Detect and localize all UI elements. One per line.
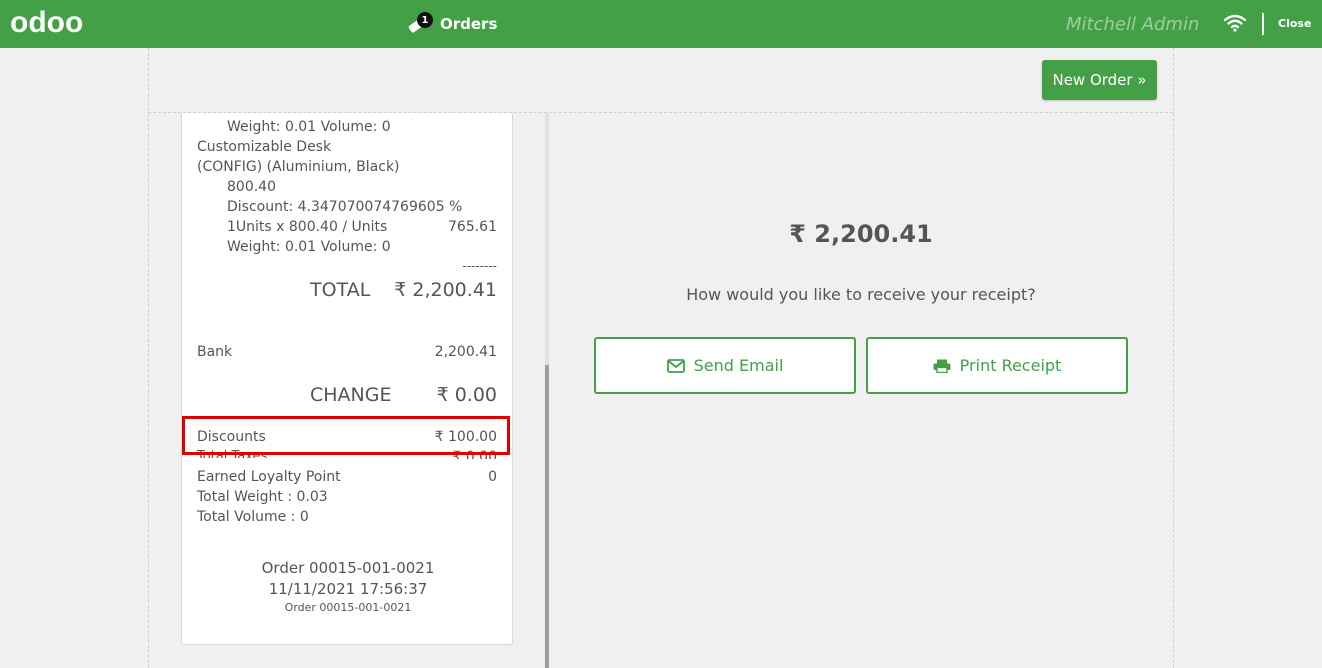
receipt-unit-price: 800.40: [227, 179, 276, 195]
scrollbar-thumb[interactable]: [545, 365, 549, 668]
orders-count-badge: 1: [417, 12, 433, 28]
receipt-separator: --------: [462, 259, 497, 273]
screen-border-right: [1173, 48, 1174, 668]
print-receipt-label: Print Receipt: [959, 356, 1062, 375]
receipt-scrollbar[interactable]: [545, 113, 549, 668]
wifi-icon: [1224, 14, 1246, 32]
print-receipt-button[interactable]: Print Receipt: [866, 337, 1128, 394]
receipt-order-ref: Order 00015-001-0021: [284, 601, 412, 614]
receipt-payment-amount: 2,200.41: [434, 344, 497, 360]
receipt-total-label: TOTAL: [310, 279, 371, 301]
header-divider: [1262, 13, 1264, 35]
orders-label: Orders: [440, 15, 498, 33]
receipt-product-name: Customizable Desk: [197, 139, 332, 155]
receipt-question: How would you like to receive your recei…: [686, 285, 1036, 304]
discounts-highlight-box: [182, 416, 510, 455]
receipt-change-value: ₹ 0.00: [436, 384, 497, 406]
ticket-icon: 1: [406, 12, 433, 35]
receipt-loyalty-label: Earned Loyalty Point: [197, 469, 341, 485]
receipt-weight-volume: Weight: 0.01 Volume: 0: [227, 239, 391, 255]
printer-icon: [933, 359, 951, 373]
receipt-total-weight: Total Weight : 0.03: [197, 489, 328, 505]
receipt-weight-volume: Weight: 0.01 Volume: 0: [227, 119, 391, 135]
receipt-loyalty-value: 0: [488, 469, 497, 485]
new-order-button[interactable]: New Order »: [1042, 60, 1157, 100]
receipt-order-name: Order 00015-001-0021: [261, 559, 435, 577]
receipt-line-amount: 765.61: [448, 219, 497, 235]
orders-button[interactable]: 1 Orders: [406, 8, 497, 40]
odoo-logo: odoo: [10, 6, 84, 39]
send-email-button[interactable]: Send Email: [594, 337, 856, 394]
receipt-qty-line: 1Units x 800.40 / Units: [227, 219, 388, 235]
cashier-name[interactable]: Mitchell Admin: [1066, 14, 1199, 35]
receipt-discount: Discount: 4.347070074769605 %: [227, 199, 463, 215]
receipt-payment-method: Bank: [197, 344, 233, 360]
receipt-order-datetime: 11/11/2021 17:56:37: [268, 580, 428, 598]
receipt-total-value: ₹ 2,200.41: [394, 279, 497, 301]
payment-amount: ₹ 2,200.41: [789, 220, 933, 248]
receipt-product-variant: (CONFIG) (Aluminium, Black): [197, 159, 400, 175]
receipt: Weight: 0.01 Volume: 0 Customizable Desk…: [181, 113, 513, 645]
receipt-change-label: CHANGE: [310, 384, 392, 406]
top-bar: odoo 1 Orders Mitchell Admin Close: [0, 0, 1322, 48]
receipt-total-volume: Total Volume : 0: [197, 509, 309, 525]
close-button[interactable]: Close: [1278, 17, 1311, 30]
send-email-label: Send Email: [693, 356, 784, 375]
envelope-icon: [666, 358, 685, 373]
